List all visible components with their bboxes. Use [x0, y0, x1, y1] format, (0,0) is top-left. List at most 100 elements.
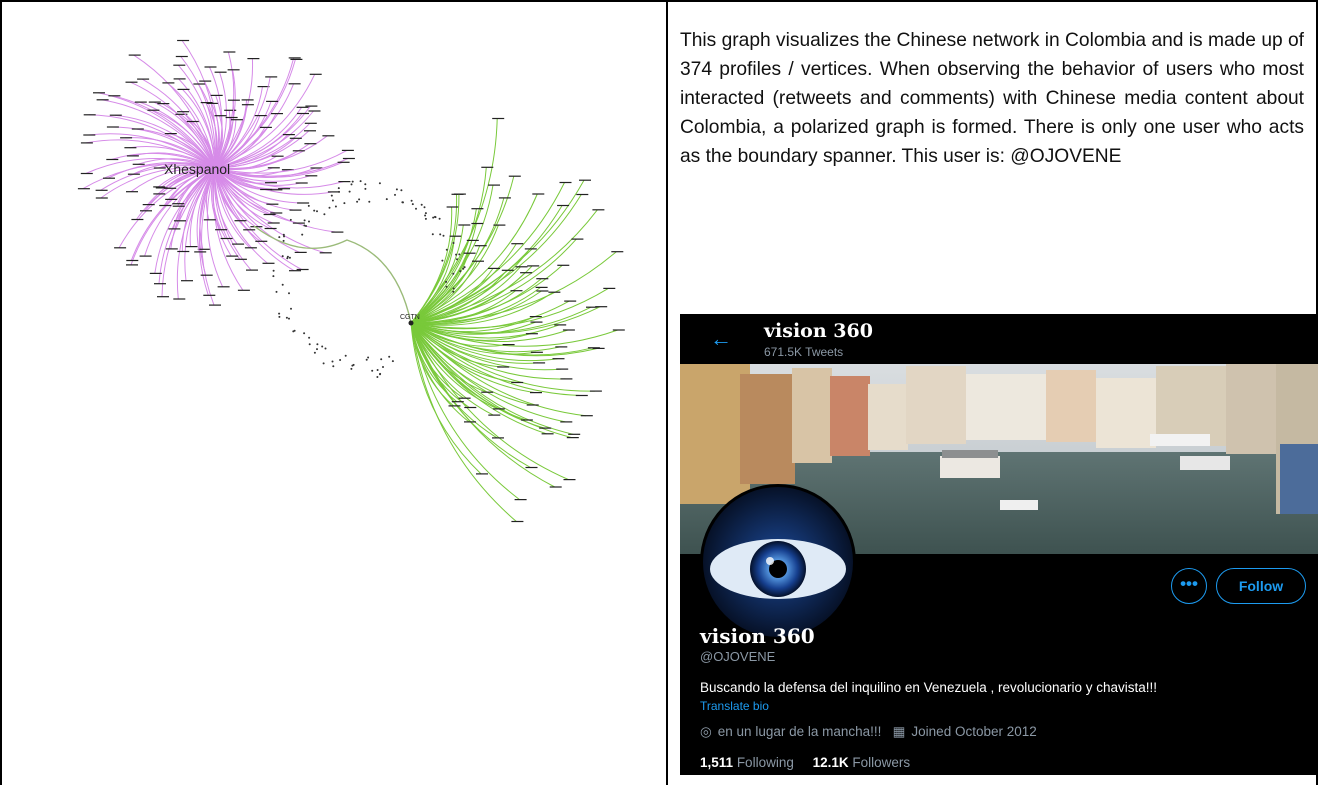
isolated-node	[423, 206, 426, 209]
following-label: Following	[736, 755, 794, 770]
isolated-node	[313, 351, 316, 354]
isolated-node	[303, 332, 306, 335]
followers-link[interactable]: 12.1K Followers	[813, 755, 911, 770]
isolated-node	[278, 315, 281, 318]
profile-bio: Buscando la defensa del inquilino en Ven…	[700, 680, 1158, 695]
calendar-icon: ▦	[892, 724, 906, 739]
isolated-node	[283, 235, 285, 238]
isolated-node	[282, 233, 285, 236]
arrow-left-icon[interactable]: ←	[710, 328, 732, 350]
eye-image	[703, 487, 853, 637]
isolated-node	[382, 366, 384, 368]
isolated-node	[380, 358, 383, 361]
isolated-node	[343, 202, 346, 205]
isolated-node	[332, 365, 335, 368]
following-link[interactable]: 1,511 Following	[700, 755, 794, 770]
isolated-node	[288, 292, 290, 295]
isolated-node	[288, 256, 291, 259]
isolated-node	[388, 355, 391, 358]
isolated-node	[432, 216, 435, 219]
isolated-node	[285, 316, 288, 319]
isolated-node	[364, 187, 367, 190]
isolated-node	[281, 255, 284, 258]
isolated-node	[272, 269, 275, 272]
profile-location: en un lugar de la mancha!!!	[717, 724, 882, 739]
tweets-count: 671.5K Tweets	[764, 345, 844, 359]
isolated-node	[337, 187, 340, 190]
isolated-node	[462, 267, 465, 270]
followers-count: 12.1K	[812, 755, 849, 770]
isolated-node	[278, 312, 281, 315]
isolated-node	[316, 343, 319, 346]
isolated-node	[328, 206, 331, 209]
isolated-node	[275, 290, 278, 293]
isolated-node	[364, 183, 367, 186]
isolated-node	[356, 200, 359, 203]
isolated-node	[339, 359, 342, 361]
isolated-node	[324, 347, 327, 350]
isolated-node	[452, 290, 455, 293]
isolated-node	[424, 217, 427, 220]
isolated-node	[292, 330, 295, 333]
network-graph: Xhespanol CGTN	[2, 2, 666, 785]
isolated-node	[330, 194, 333, 197]
avatar[interactable]	[700, 484, 856, 640]
profile-handle: @OJOVENE	[700, 649, 776, 664]
isolated-node	[452, 242, 455, 244]
profile-name: vision 360	[700, 624, 815, 648]
isolated-node	[278, 236, 281, 239]
isolated-node	[463, 266, 466, 269]
isolated-node	[316, 348, 318, 351]
isolated-node	[445, 248, 448, 251]
isolated-node	[351, 364, 354, 367]
profile-meta: ◎ en un lugar de la mancha!!! ▦ Joined Oct…	[700, 724, 1037, 740]
isolated-node	[272, 275, 275, 278]
isolated-node	[402, 201, 404, 204]
isolated-node	[459, 270, 462, 273]
description-paragraph: This graph visualizes the Chinese networ…	[680, 30, 1304, 167]
isolated-node	[438, 217, 441, 220]
isolated-node	[323, 213, 326, 216]
isolated-node	[358, 198, 361, 201]
translate-bio-link[interactable]: Translate bio	[700, 699, 769, 713]
isolated-node	[439, 233, 442, 236]
isolated-node	[371, 369, 374, 372]
column-divider	[666, 0, 668, 785]
twitter-profile-screenshot: ← vision 360 671.5K Tweets ••• Follow vi…	[680, 314, 1318, 775]
isolated-node	[344, 354, 347, 357]
profile-stats: 1,511 Following 12.1K Followers	[700, 755, 910, 770]
isolated-node	[316, 210, 318, 213]
isolated-node	[359, 180, 362, 183]
isolated-node	[321, 345, 324, 348]
isolated-node	[350, 183, 353, 186]
profile-joined: Joined October 2012	[911, 724, 1037, 739]
isolated-node	[338, 190, 340, 193]
isolated-node	[331, 199, 334, 202]
follow-button[interactable]: Follow	[1216, 568, 1306, 604]
isolated-node	[378, 182, 381, 185]
bridge-edge	[253, 225, 412, 324]
isolated-node	[350, 367, 353, 370]
right-cluster-edges	[410, 117, 625, 523]
isolated-node	[331, 360, 334, 363]
isolated-node	[452, 287, 455, 290]
isolated-node	[301, 233, 304, 236]
hub-label-cgtn: CGTN	[400, 314, 420, 321]
isolated-node	[411, 203, 414, 206]
isolated-node	[290, 307, 292, 310]
isolated-node	[348, 190, 351, 193]
isolated-node	[420, 203, 423, 206]
isolated-node	[445, 285, 448, 288]
profile-top-bar: ← vision 360 671.5K Tweets	[680, 314, 1318, 364]
isolated-node	[458, 253, 461, 256]
hub-label-xhespanol: Xhespanol	[164, 161, 230, 177]
isolated-node	[441, 259, 444, 262]
isolated-node	[376, 369, 379, 371]
isolated-node	[289, 218, 292, 221]
isolated-node	[394, 193, 396, 196]
isolated-node	[395, 188, 398, 191]
more-button[interactable]: •••	[1171, 568, 1207, 604]
isolated-node	[286, 257, 289, 260]
followers-label: Followers	[852, 755, 911, 770]
isolated-node	[313, 209, 316, 212]
